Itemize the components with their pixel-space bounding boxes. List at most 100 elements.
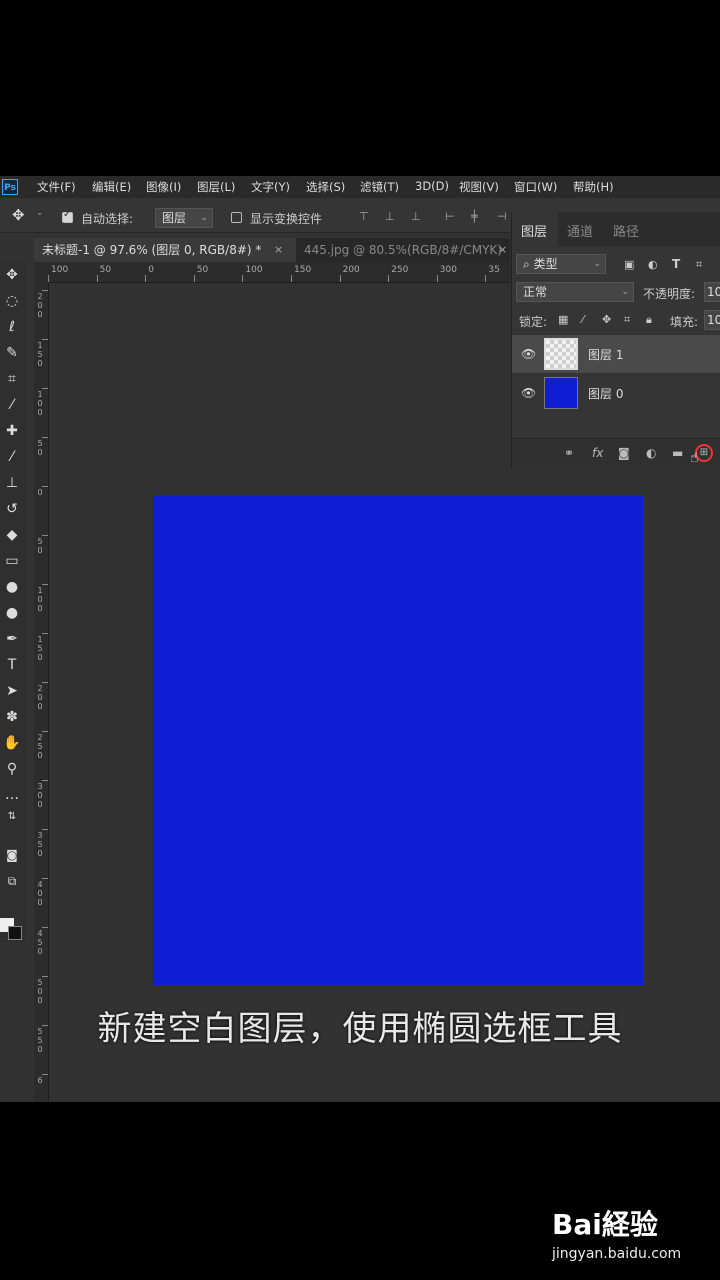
brush-tool-icon[interactable]: ⁄ — [1, 446, 23, 468]
ruler-label: 50 — [99, 265, 112, 275]
adjustment-layer-icon[interactable]: ◐ — [646, 446, 656, 460]
marquee-tool-icon[interactable]: ◌ — [1, 290, 23, 312]
shape-filter-icon[interactable]: ⌗ — [696, 258, 702, 272]
lock-all-icon[interactable]: 🔒︎ — [646, 313, 652, 327]
new-group-folder-icon[interactable]: ▬ — [672, 446, 683, 460]
layer-kind-filter[interactable]: ⌕ 类型 ⌄ — [516, 254, 606, 274]
quick-mask-icon[interactable]: ◙ — [1, 844, 23, 866]
photoshop-app-icon[interactable]: Ps — [2, 179, 18, 195]
align-left-icon[interactable]: ⊢ — [445, 211, 457, 223]
adjustment-filter-icon[interactable]: ◐ — [648, 258, 658, 271]
visibility-eye-icon[interactable]: 👁︎ — [521, 347, 536, 361]
pixel-filter-icon[interactable]: ▣ — [624, 258, 634, 271]
ruler-label: 250 — [391, 265, 409, 275]
ruler-tick — [42, 682, 48, 683]
vertical-ruler[interactable]: 2001501005005010015020025030035040045050… — [34, 282, 49, 1102]
gradient-tool-icon[interactable]: ▭ — [1, 550, 23, 572]
move-tool-preset-icon[interactable]: ✥ — [12, 206, 25, 224]
ruler-tick — [42, 388, 48, 389]
show-transform-checkbox[interactable] — [231, 212, 242, 223]
crop-tool-icon[interactable]: ⌗ — [1, 368, 23, 390]
ruler-tick — [42, 927, 48, 928]
blend-mode-dropdown[interactable]: 正常 ⌄ — [516, 282, 634, 302]
clone-stamp-tool-icon[interactable]: ⊥ — [1, 472, 23, 494]
layer-row-layer-1[interactable]: 👁︎ 图层 1 — [512, 335, 720, 373]
background-color-swatch[interactable] — [8, 926, 22, 940]
lock-artboard-icon[interactable]: ⌗ — [624, 313, 630, 327]
menu-file[interactable]: 文件(F) — [37, 179, 76, 195]
menu-layer[interactable]: 图层(L) — [197, 179, 235, 195]
ruler-tick — [242, 275, 244, 282]
tab-layers[interactable]: 图层 — [521, 221, 547, 240]
opacity-input[interactable]: 10 — [704, 282, 720, 302]
ruler-label: 100 — [37, 586, 43, 613]
quick-select-tool-icon[interactable]: ✎ — [1, 342, 23, 364]
chevron-down-icon[interactable]: ⌄ — [36, 208, 44, 218]
history-brush-tool-icon[interactable]: ↺ — [1, 498, 23, 520]
close-icon[interactable]: × — [274, 238, 283, 262]
menu-edit[interactable]: 编辑(E) — [92, 179, 131, 195]
horizontal-ruler[interactable]: 100 50 0 50 100 150 200 250 300 35 — [34, 262, 510, 283]
ruler-tick — [145, 275, 147, 282]
canvas-blue-layer[interactable] — [153, 495, 643, 985]
menu-view[interactable]: 视图(V) — [459, 179, 499, 195]
visibility-eye-icon[interactable]: 👁︎ — [521, 386, 536, 400]
layer-row-layer-0[interactable]: 👁︎ 图层 0 — [512, 374, 720, 412]
add-mask-icon[interactable]: ◙ — [618, 446, 630, 460]
link-layers-icon[interactable]: ⚭ — [564, 446, 574, 460]
dodge-tool-icon[interactable]: ● — [1, 602, 23, 624]
eraser-tool-icon[interactable]: ◆ — [1, 524, 23, 546]
menu-window[interactable]: 窗口(W) — [514, 179, 557, 195]
lock-image-pixels-icon[interactable]: ⁄ — [582, 313, 584, 326]
blur-tool-icon[interactable]: ● — [1, 576, 23, 598]
menu-3d[interactable]: 3D(D) — [415, 179, 449, 193]
ruler-label: 6 — [37, 1076, 43, 1085]
hand-tool-icon[interactable]: ✋ — [1, 732, 23, 754]
align-right-icon[interactable]: ⊣ — [497, 211, 509, 223]
menu-select[interactable]: 选择(S) — [306, 179, 345, 195]
type-tool-icon[interactable]: T — [1, 654, 23, 676]
type-filter-icon[interactable]: T — [672, 257, 680, 271]
screen-mode-icon[interactable]: ⧉ — [1, 870, 23, 892]
swap-colors-icon[interactable]: ⇅ — [1, 806, 23, 828]
lock-position-icon[interactable]: ✥ — [602, 313, 611, 326]
ruler-tick — [42, 780, 48, 781]
fx-icon[interactable]: fx — [592, 446, 603, 460]
menu-image[interactable]: 图像(I) — [146, 179, 181, 195]
eyedropper-tool-icon[interactable]: ⁄ — [1, 394, 23, 416]
custom-shape-tool-icon[interactable]: ✽ — [1, 706, 23, 728]
search-icon: ⌕ — [523, 257, 534, 271]
pen-tool-icon[interactable]: ✒ — [1, 628, 23, 650]
menu-filter[interactable]: 滤镜(T) — [360, 179, 399, 195]
ruler-label: 0 — [37, 488, 43, 497]
menu-help[interactable]: 帮助(H) — [573, 179, 614, 195]
ruler-label: 0 — [148, 265, 154, 275]
align-horizontal-center-icon[interactable]: ╪ — [471, 211, 483, 223]
healing-brush-tool-icon[interactable]: ✚ — [1, 420, 23, 442]
close-icon[interactable]: × — [498, 238, 507, 262]
ruler-label: 400 — [37, 880, 43, 907]
ruler-tick — [42, 437, 48, 438]
tab-channels[interactable]: 通道 — [567, 221, 593, 240]
layer-filter-row: ⌕ 类型 ⌄ ▣ ◐ T ⌗ — [512, 252, 720, 276]
align-top-icon[interactable]: ⊤ — [359, 211, 371, 223]
auto-select-dropdown[interactable]: 图层 ⌄ — [155, 208, 213, 228]
ruler-tick — [436, 275, 438, 282]
ruler-tick — [42, 976, 48, 977]
tab-paths[interactable]: 路径 — [613, 221, 639, 240]
path-selection-tool-icon[interactable]: ➤ — [1, 680, 23, 702]
auto-select-checkbox[interactable] — [62, 209, 73, 223]
fill-input[interactable]: 10 — [704, 310, 720, 330]
zoom-tool-icon[interactable]: ⚲ — [1, 758, 23, 780]
tab-untitled-1[interactable]: 未标题-1 @ 97.6% (图层 0, RGB/8#) * × — [34, 238, 296, 262]
align-vertical-center-icon[interactable]: ⊥ — [385, 211, 397, 223]
menu-type[interactable]: 文字(Y) — [251, 179, 290, 195]
align-bottom-icon[interactable]: ⊥ — [411, 211, 423, 223]
ruler-label: 100 — [37, 390, 43, 417]
tab-445-jpg[interactable]: 445.jpg @ 80.5%(RGB/8#/CMYK) × — [298, 238, 510, 262]
lock-transparent-pixels-icon[interactable]: ▦ — [558, 313, 568, 326]
lasso-tool-icon[interactable]: ℓ — [1, 316, 23, 338]
move-tool-icon[interactable]: ✥ — [1, 264, 23, 286]
more-tools-icon[interactable]: … — [1, 784, 23, 806]
tab-label: 未标题-1 @ 97.6% (图层 0, RGB/8#) * — [42, 243, 262, 257]
